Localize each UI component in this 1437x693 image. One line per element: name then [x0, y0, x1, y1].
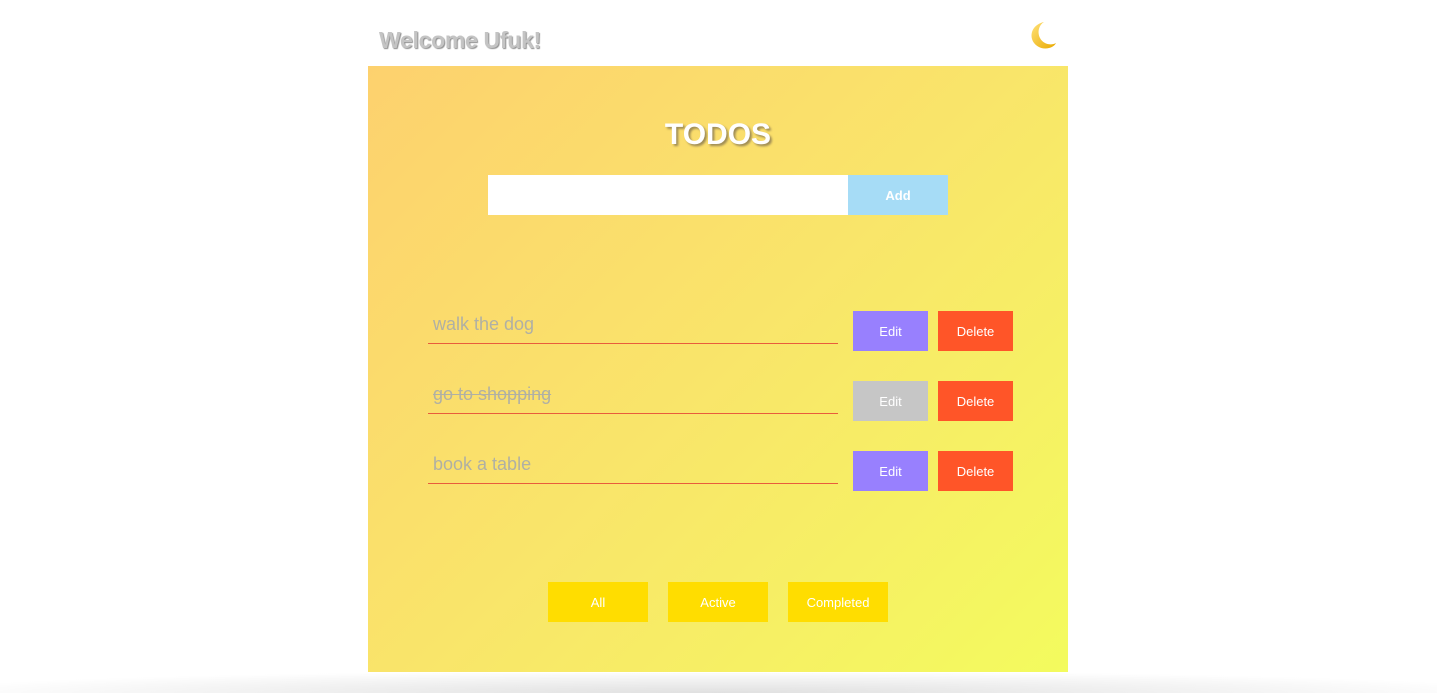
- todo-text-field[interactable]: book a table: [428, 451, 838, 484]
- app-page: Welcome Ufuk! TODOS Add walk the dog Edi…: [0, 0, 1437, 693]
- todo-item: go to shopping Edit Delete: [428, 381, 1013, 421]
- todo-item: book a table Edit Delete: [428, 451, 1013, 491]
- todo-text: go to shopping: [433, 384, 552, 404]
- todo-text-field[interactable]: go to shopping: [428, 381, 838, 414]
- delete-button[interactable]: Delete: [938, 311, 1013, 351]
- bottom-shadow: [0, 673, 1437, 693]
- delete-button[interactable]: Delete: [938, 381, 1013, 421]
- todo-text: book a table: [433, 454, 532, 474]
- add-button[interactable]: Add: [848, 175, 948, 215]
- edit-button[interactable]: Edit: [853, 451, 928, 491]
- welcome-heading: Welcome Ufuk!: [379, 27, 541, 53]
- app-header: Welcome Ufuk!: [368, 0, 1068, 66]
- todo-card: TODOS Add walk the dog Edit Delete go to…: [368, 66, 1068, 672]
- todo-text-field[interactable]: walk the dog: [428, 311, 838, 344]
- filter-completed-button[interactable]: Completed: [788, 582, 888, 622]
- filter-all-button[interactable]: All: [548, 582, 648, 622]
- todo-item: walk the dog Edit Delete: [428, 311, 1013, 351]
- edit-button: Edit: [853, 381, 928, 421]
- delete-button[interactable]: Delete: [938, 451, 1013, 491]
- new-todo-input[interactable]: [488, 175, 848, 215]
- filter-active-button[interactable]: Active: [668, 582, 768, 622]
- moon-icon[interactable]: [1022, 18, 1058, 54]
- edit-button[interactable]: Edit: [853, 311, 928, 351]
- moon-icon-graphic: [1031, 22, 1056, 49]
- todos-title: TODOS: [664, 118, 772, 151]
- todo-text: walk the dog: [433, 314, 535, 334]
